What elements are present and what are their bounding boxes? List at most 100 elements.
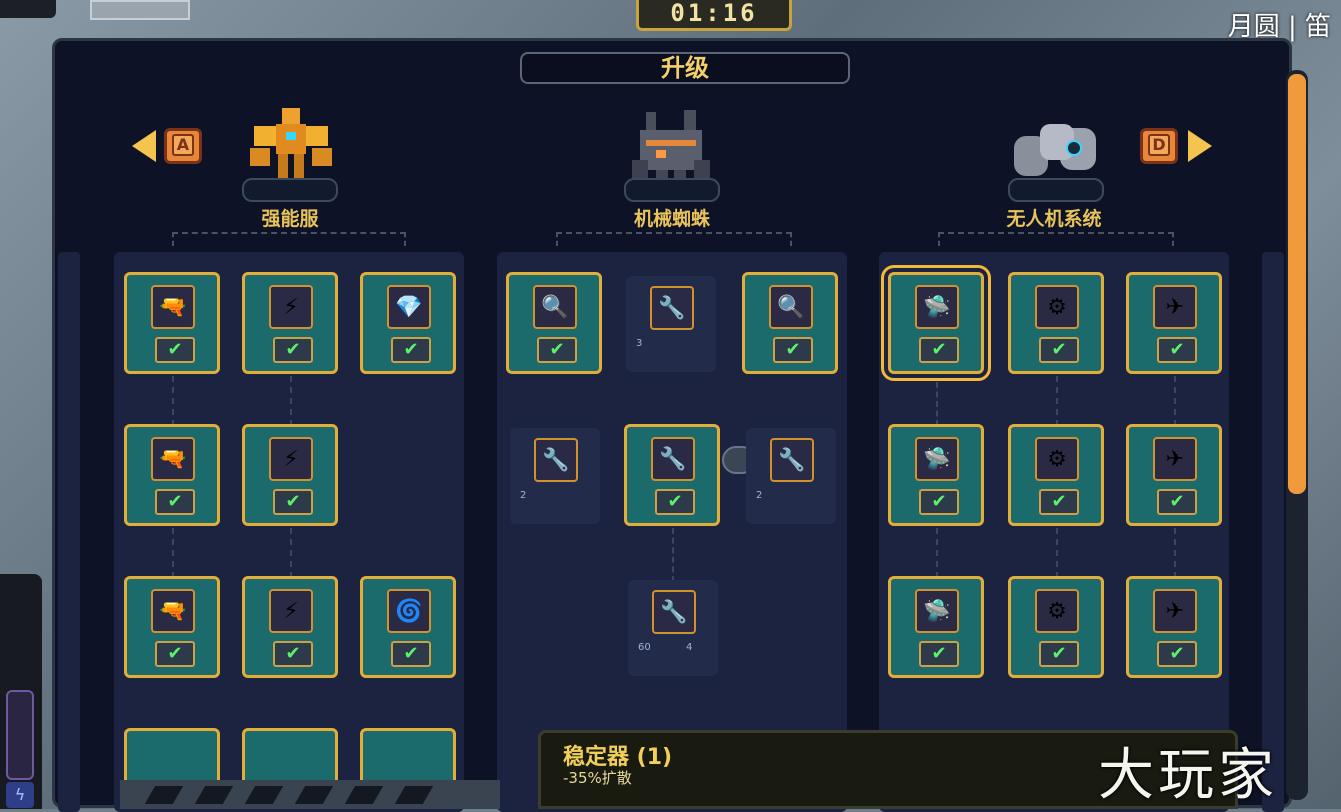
gear-bullets-icon: ⚙	[1035, 285, 1079, 329]
panel-title: 升级	[520, 52, 850, 84]
next-arrow-icon[interactable]	[1188, 130, 1212, 162]
upgrade-node[interactable]: ⚙ ✔	[1008, 424, 1104, 526]
tree-link	[172, 376, 174, 426]
character-label-mech-spider: 机械蜘蛛	[633, 208, 710, 230]
upgrade-node[interactable]: ✈ ✔	[1126, 272, 1222, 374]
unlocked-check-icon: ✔	[1157, 489, 1197, 515]
upgrade-node[interactable]: 🛸 ✔	[888, 576, 984, 678]
unlocked-check-icon: ✔	[155, 489, 195, 515]
tree-link	[1056, 528, 1058, 578]
game-timer: 01:16	[636, 0, 792, 31]
upgrade-node[interactable]: ⚡ ✔	[242, 576, 338, 678]
character-label-powersuit: 强能服	[261, 208, 319, 230]
locked-upgrade-node[interactable]: 🔧 60 4	[628, 580, 718, 676]
upgrade-node[interactable]: 🔧 ✔	[624, 424, 720, 526]
drone-module-icon: 🛸	[915, 285, 959, 329]
unlocked-check-icon: ✔	[655, 489, 695, 515]
character-label-drone-system: 无人机系统	[1006, 208, 1102, 230]
drone-dark-icon: 🛸	[915, 589, 959, 633]
lightning-icon: ϟ	[6, 782, 34, 808]
cost-label: 3	[636, 338, 643, 349]
tree-connector	[172, 232, 406, 246]
upgrade-node[interactable]: ⚡ ✔	[242, 272, 338, 374]
unlocked-check-icon: ✔	[391, 641, 431, 667]
tree-link	[936, 528, 938, 578]
upgrade-node-selected[interactable]: 🛸 ✔	[881, 265, 991, 381]
drone-module-icon: 🛸	[915, 437, 959, 481]
unlocked-check-icon: ✔	[1039, 337, 1079, 363]
magnifier-icon: 🔍	[533, 285, 577, 329]
column-edge	[58, 252, 80, 812]
tree-link	[1056, 376, 1058, 426]
bottom-decoration	[120, 780, 500, 809]
upgrade-node[interactable]: 🛸 ✔	[888, 424, 984, 526]
upgrade-node[interactable]: 🔫 ✔	[124, 272, 220, 374]
upgrade-node[interactable]	[360, 728, 456, 788]
upgrade-node[interactable]: ✈ ✔	[1126, 424, 1222, 526]
scrollbar-thumb[interactable]	[1288, 74, 1306, 494]
tree-link	[672, 528, 674, 582]
locked-upgrade-node[interactable]: 🔧 2	[746, 428, 836, 524]
camera-icon	[0, 0, 56, 18]
unlocked-check-icon: ✔	[1157, 337, 1197, 363]
upgrade-node[interactable]: 🔫 ✔	[124, 424, 220, 526]
laser-icon: ⚡	[269, 437, 313, 481]
upgrade-node[interactable]: 🌀 ✔	[360, 576, 456, 678]
unlocked-check-icon: ✔	[273, 641, 313, 667]
cost-label: 2	[756, 490, 763, 501]
key-d-label: D	[1148, 134, 1170, 156]
prev-arrow-icon[interactable]	[132, 130, 156, 162]
upgrade-node[interactable]: 💎 ✔	[360, 272, 456, 374]
gear-bullets-icon: ⚙	[1035, 437, 1079, 481]
unlocked-check-icon: ✔	[1157, 641, 1197, 667]
gear-bullets-icon: ⚙	[1035, 589, 1079, 633]
upgrade-node[interactable]: ⚙ ✔	[1008, 272, 1104, 374]
upgrade-node[interactable]	[242, 728, 338, 788]
drone-wing-icon: ✈	[1153, 285, 1197, 329]
drone-wing-icon: ✈	[1153, 589, 1197, 633]
upgrade-node[interactable]: ⚡ ✔	[242, 424, 338, 526]
cost-label: 60	[638, 642, 651, 653]
laser-icon: ⚡	[269, 285, 313, 329]
upgrade-node[interactable]: ⚙ ✔	[1008, 576, 1104, 678]
upgrade-node[interactable]	[124, 728, 220, 788]
unlocked-check-icon: ✔	[1039, 489, 1079, 515]
unlocked-check-icon: ✔	[919, 641, 959, 667]
laser-icon: ⚡	[269, 589, 313, 633]
gun-icon: 🔫	[151, 285, 195, 329]
unlocked-check-icon: ✔	[391, 337, 431, 363]
unlocked-check-icon: ✔	[919, 489, 959, 515]
locked-upgrade-node[interactable]: 🔧 2	[510, 428, 600, 524]
drone-wing-icon: ✈	[1153, 437, 1197, 481]
unlocked-check-icon: ✔	[155, 641, 195, 667]
key-a-label: A	[172, 134, 194, 156]
gun-icon: 🔫	[151, 589, 195, 633]
key-d-button[interactable]: D	[1140, 128, 1178, 164]
watermark-logo: 大玩家	[1098, 743, 1278, 808]
unlocked-check-icon: ✔	[273, 489, 313, 515]
pedestal	[1008, 178, 1104, 202]
tree-link	[1174, 376, 1176, 426]
column-edge	[1262, 252, 1284, 812]
pedestal	[624, 178, 720, 202]
upgrade-node[interactable]: 🔍 ✔	[506, 272, 602, 374]
hud-plate	[90, 0, 190, 20]
unlocked-check-icon: ✔	[919, 337, 959, 363]
tree-link	[172, 528, 174, 578]
tree-link	[290, 528, 292, 578]
key-a-button[interactable]: A	[164, 128, 202, 164]
wrench-gear-icon: 🔧	[770, 438, 814, 482]
tooltip-description: -35%扩散	[563, 769, 632, 787]
tree-connector	[938, 232, 1174, 246]
locked-upgrade-node[interactable]: 🔧 3	[626, 276, 716, 372]
upgrade-node[interactable]: 🔍 ✔	[742, 272, 838, 374]
upgrade-node[interactable]: 🔫 ✔	[124, 576, 220, 678]
upgrade-node[interactable]: ✈ ✔	[1126, 576, 1222, 678]
crystal-plus-icon: 💎	[387, 285, 431, 329]
energy-bar	[6, 690, 34, 780]
pedestal	[242, 178, 338, 202]
tree-connector	[556, 232, 792, 246]
wrench-gem-icon: 🔧	[534, 438, 578, 482]
tree-link	[936, 382, 938, 426]
wrench-icon: 🔧	[650, 286, 694, 330]
